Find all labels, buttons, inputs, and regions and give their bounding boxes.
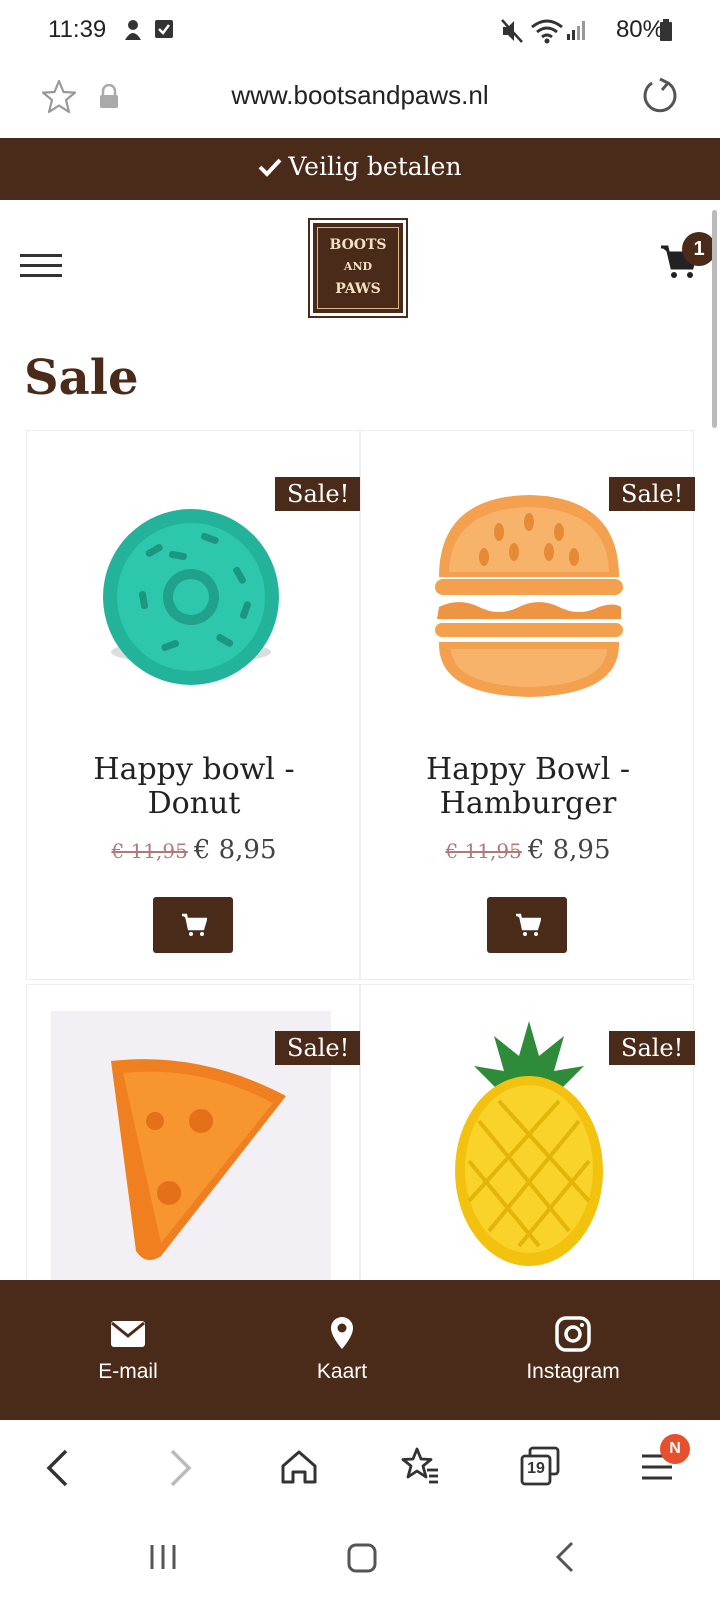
page-title: Sale [24,350,139,406]
home-button-icon[interactable] [346,1542,378,1579]
forward-icon[interactable] [168,1448,194,1493]
page-scrollbar[interactable] [712,210,717,428]
add-to-cart-button[interactable] [153,897,233,953]
product-card[interactable]: Sale! [26,984,362,1285]
checkmark-icon [258,154,282,183]
reload-icon[interactable] [640,76,680,121]
envelope-icon [110,1320,146,1353]
back-icon[interactable] [44,1448,70,1493]
map-link[interactable]: Kaart [242,1280,442,1420]
checkbox-notification-icon [154,18,174,45]
battery-icon [660,18,672,47]
signal-icon [566,18,588,47]
sale-price: € 8,95 [193,835,277,865]
product-card[interactable]: Sale! [360,984,696,1285]
email-link[interactable]: E-mail [28,1280,228,1420]
cart-count-badge: 1 [682,232,716,266]
product-name[interactable]: Happy Bowl - Hamburger [361,753,695,821]
recent-apps-icon[interactable] [148,1542,178,1577]
home-icon[interactable] [280,1448,318,1491]
old-price: € 11,95 [445,839,522,863]
wifi-icon [530,18,564,49]
sale-badge: Sale! [609,1031,696,1065]
instagram-icon [555,1316,591,1357]
product-price: € 11,95 € 8,95 [361,835,695,865]
map-pin-icon [330,1316,354,1355]
sale-price: € 8,95 [527,835,611,865]
status-time: 11:39 [48,16,107,43]
product-card[interactable]: Sale! Happy Bowl - Hamburger € 11,95 € 8,… [360,430,696,980]
contact-footer-bar: E-mail Kaart Instagram [0,1280,720,1420]
instagram-link[interactable]: Instagram [473,1280,673,1420]
secure-payment-banner: Veilig betalen [0,138,720,200]
url-text[interactable]: www.bootsandpaws.nl [0,80,720,111]
boots-and-paws-logo[interactable]: BOOTS AND PAWS [308,218,408,318]
banner-text: Veilig betalen [288,152,462,181]
notification-icon [122,18,144,47]
sale-badge: Sale! [275,1031,362,1065]
browser-toolbar: 19 [0,1420,720,1518]
product-price: € 11,95 € 8,95 [27,835,361,865]
mute-icon [500,18,524,49]
add-to-cart-button[interactable] [487,897,567,953]
cart-icon [181,913,208,942]
bookmarks-icon[interactable] [400,1446,440,1491]
tabs-icon[interactable]: 19 [520,1446,560,1491]
tabs-count: 19 [527,1460,545,1477]
sale-badge: Sale! [275,477,362,511]
url-bar: www.bootsandpaws.nl [0,62,720,138]
menu-notification-badge: N [660,1434,690,1464]
android-navigation-bar [0,1518,720,1600]
cart-icon [515,913,542,942]
product-card[interactable]: Sale! Happy bowl - Donut € 11,95 € 8,95 [26,430,362,980]
status-bar: 11:39 80% [0,0,720,62]
system-back-icon[interactable] [552,1540,576,1579]
battery-percent: 80% [615,16,664,43]
site-header: BOOTS AND PAWS [0,200,720,338]
sale-badge: Sale! [609,477,696,511]
product-name[interactable]: Happy bowl - Donut [27,753,361,821]
old-price: € 11,95 [111,839,188,863]
